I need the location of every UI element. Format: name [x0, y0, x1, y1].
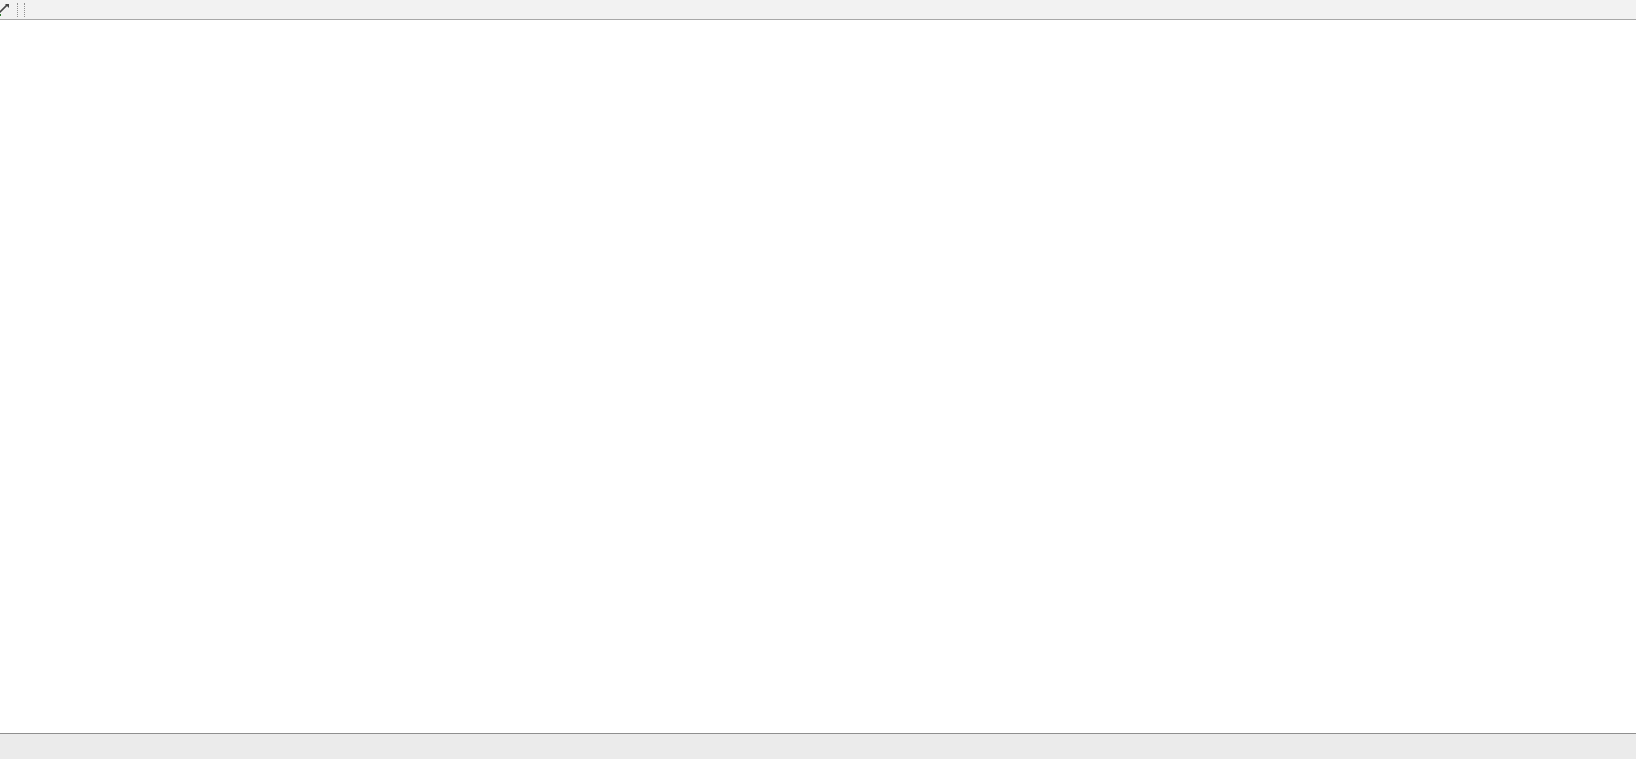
tab-scroll-controls — [1600, 734, 1636, 759]
chart-canvas[interactable] — [0, 0, 1636, 759]
drawing-tool-icon[interactable] — [0, 2, 11, 17]
chart-tabbar — [0, 733, 1636, 759]
toolbar — [0, 0, 1636, 20]
chart-tabs — [0, 734, 6, 759]
toolbar-grip-handle[interactable] — [17, 3, 25, 17]
chart-title — [8, 24, 34, 38]
mt4-terminal-window — [0, 0, 1636, 759]
